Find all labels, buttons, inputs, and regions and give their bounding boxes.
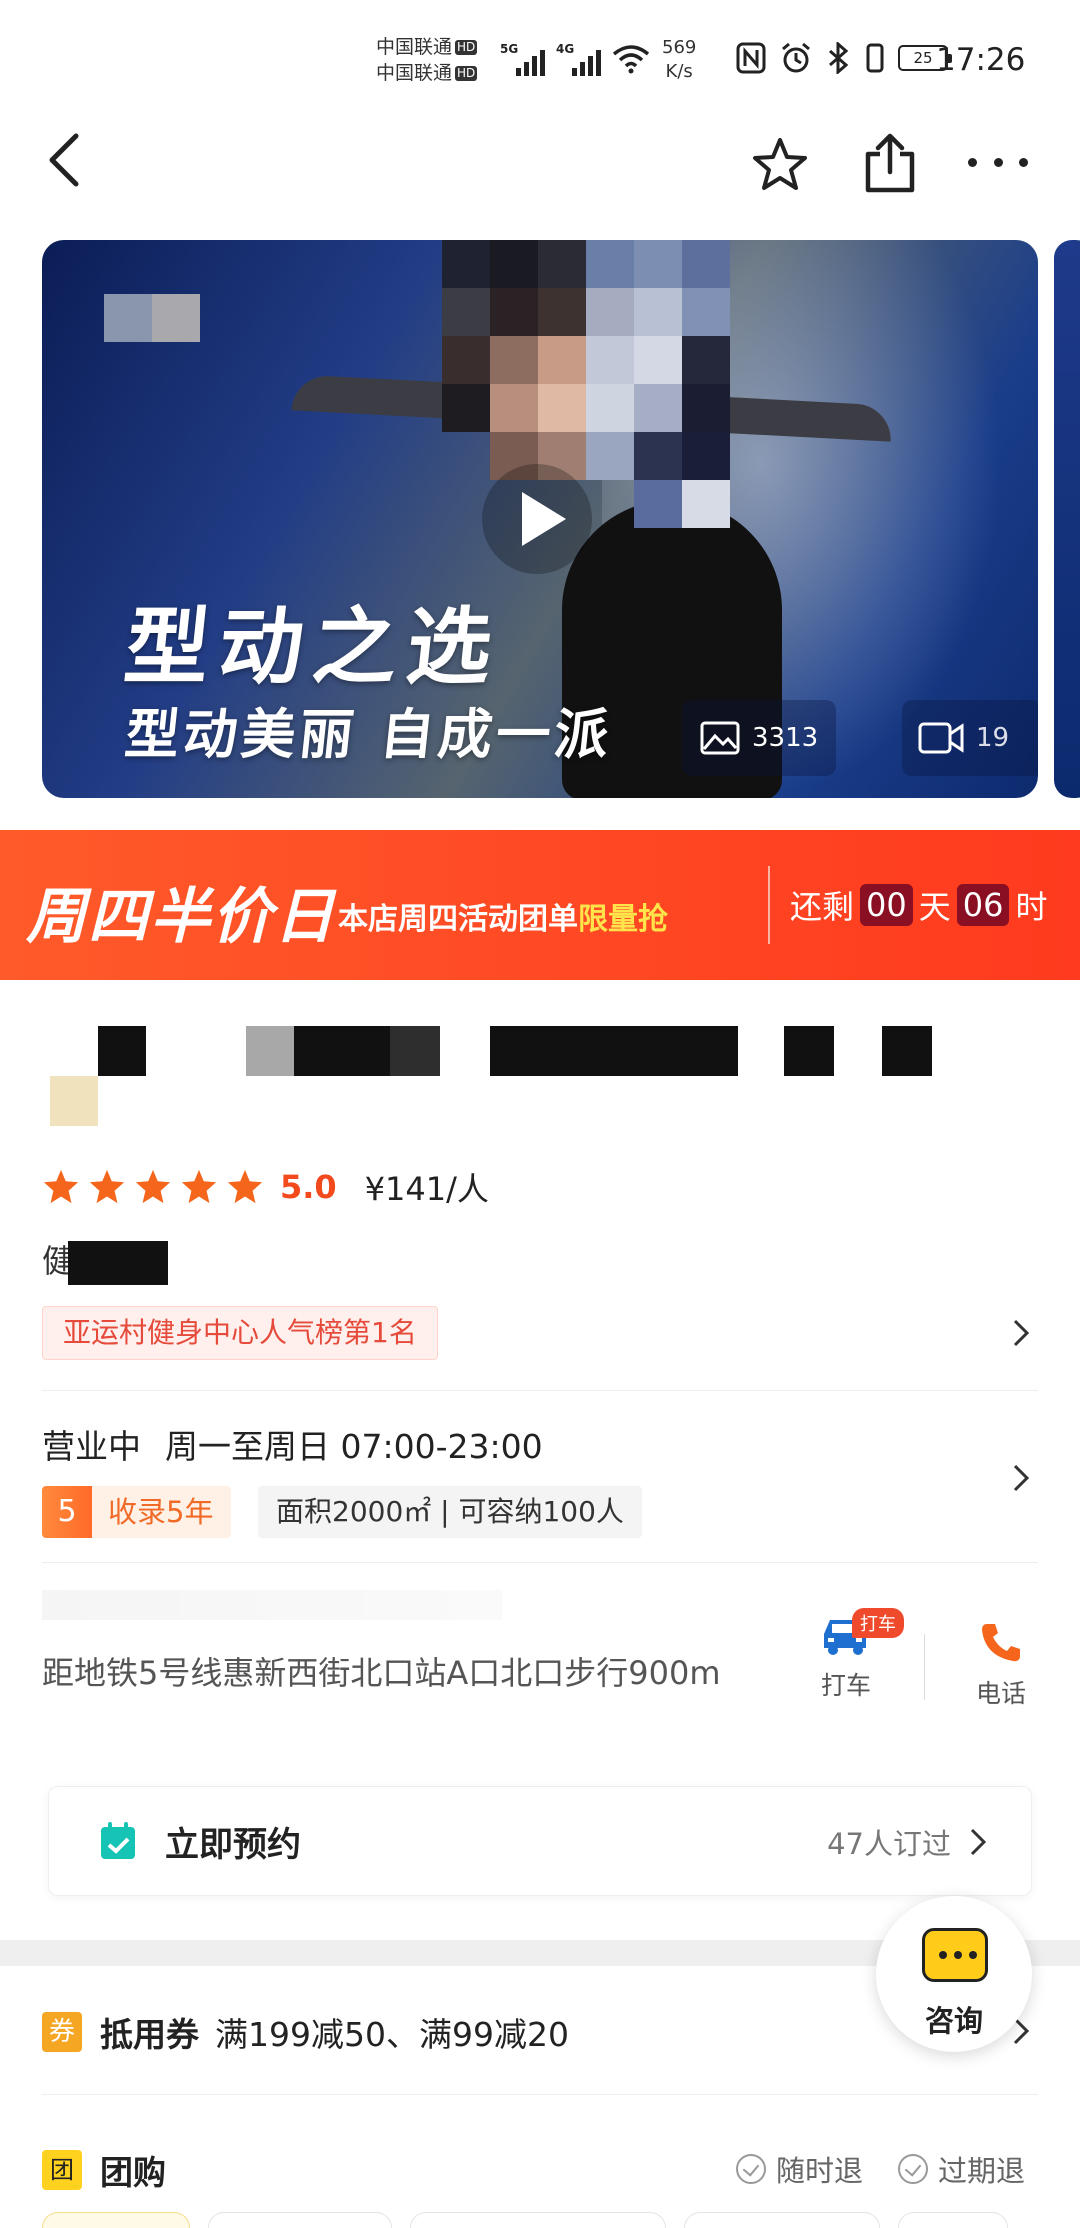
coupon-row[interactable]: 券 抵用券 满199减50、满99减20: [42, 2008, 569, 2056]
rating-score: 5.0: [280, 1168, 337, 1206]
net-speed: 569 K/s: [662, 37, 697, 82]
price-per-person: ¥141/人: [364, 1170, 489, 1208]
star-icon: [89, 1169, 125, 1204]
mosaic-face: [442, 240, 730, 528]
photo-count-badge[interactable]: 3313: [682, 700, 837, 776]
refund-expired: 过期退: [898, 2148, 1025, 2190]
group-tab[interactable]: [410, 2212, 666, 2228]
star-icon: [43, 1169, 79, 1204]
wifi-icon: [612, 45, 650, 74]
promo-title: 周四半价日: [26, 882, 336, 952]
booking-title: 立即预约: [165, 1825, 301, 1865]
coupon-title: 抵用券: [100, 2015, 199, 2054]
taxi-button[interactable]: 打车 打车: [818, 1608, 904, 1702]
promo-desc: 本店周四活动团单限量抢: [338, 902, 668, 937]
shop-name-redacted: [42, 1026, 942, 1126]
chevron-right-icon[interactable]: [1012, 1318, 1030, 1348]
nfc-icon: [736, 42, 766, 74]
status-time: 17:26: [936, 42, 1026, 78]
hd-badge-2: HD: [455, 66, 478, 81]
vibrate-icon: [866, 43, 884, 73]
star-icon: [181, 1169, 217, 1204]
address-redacted: [42, 1590, 502, 1620]
alarm-icon: [782, 42, 810, 73]
group-buy-tabs: [42, 2212, 1008, 2228]
countdown-days: 00: [860, 884, 913, 926]
group-buy-title: 团购: [100, 2153, 166, 2192]
more-icon[interactable]: [968, 150, 1028, 174]
promo-banner[interactable]: 周四半价日 本店周四活动团单限量抢 还剩 00 天 06 时: [0, 830, 1080, 980]
countdown-hours: 06: [956, 884, 1010, 926]
phone-button[interactable]: 电话: [976, 1620, 1026, 1710]
hero-subtitle: 型动美丽 自成一派: [122, 703, 616, 766]
group-buy-header: 团 团购: [42, 2146, 166, 2194]
mosaic-logo: [104, 294, 200, 342]
booking-card[interactable]: 立即预约 47人订过: [48, 1786, 1032, 1896]
group-tab[interactable]: [208, 2212, 392, 2228]
taxi-badge: 打车: [852, 1608, 904, 1638]
group-tab[interactable]: [684, 2212, 880, 2228]
chevron-right-icon[interactable]: [1012, 1463, 1030, 1493]
bluetooth-icon: [829, 42, 849, 74]
status-bar: 中国联通 HD 中国联通 HD 5G 4G 569 K/s 25 17:26: [376, 34, 1026, 86]
check-circle-icon: [736, 2154, 766, 2184]
calendar-check-icon: [101, 1822, 135, 1859]
favorite-star-icon[interactable]: [750, 135, 810, 195]
open-status: 营业中: [42, 1427, 141, 1466]
share-icon[interactable]: [862, 130, 918, 194]
address-text[interactable]: 距地铁5号线惠新西街北口站A口北口步行900m: [42, 1650, 742, 1696]
promo-countdown: 还剩 00 天 06 时: [790, 884, 1048, 926]
video-count-badge[interactable]: 19: [902, 700, 1038, 776]
hero-title: 型动之选: [120, 598, 507, 696]
phone-icon: [982, 1624, 1020, 1662]
video-camera-icon: [918, 722, 964, 754]
hero-next-card[interactable]: [1054, 240, 1080, 798]
back-icon[interactable]: [40, 130, 90, 190]
booking-count: 47人订过: [827, 1827, 951, 1861]
facility-tag: 面积2000㎡ | 可容纳100人: [258, 1486, 642, 1538]
coupon-icon: 券: [42, 2012, 82, 2052]
chevron-right-icon: [970, 1828, 987, 1856]
rating-row: 5.0 ¥141/人: [42, 1164, 489, 1210]
group-tab[interactable]: [898, 2212, 1008, 2228]
carrier-name-2: 中国联通: [376, 62, 453, 84]
carrier-name-1: 中国联通: [376, 36, 453, 58]
check-circle-icon: [898, 2154, 928, 2184]
star-icon: [135, 1169, 171, 1204]
group-tab[interactable]: [42, 2212, 190, 2228]
carrier-info: 中国联通 HD 中国联通 HD: [376, 34, 478, 86]
image-icon: [700, 721, 740, 755]
hd-badge-1: HD: [455, 40, 478, 55]
play-icon[interactable]: [482, 464, 592, 574]
coupon-desc: 满199减50、满99减20: [215, 2015, 569, 2054]
refund-anytime: 随时退: [736, 2148, 863, 2190]
chat-bubble-icon: [922, 1928, 988, 1982]
rank-tag[interactable]: 亚运村健身中心人气榜第1名: [42, 1306, 438, 1360]
consult-button[interactable]: 咨询: [876, 1896, 1032, 2052]
hero-media-card[interactable]: 型动之选 型动美丽 自成一派 3313 19: [42, 240, 1038, 798]
star-icon: [227, 1169, 263, 1204]
listed-years-tag: 5 收录5年: [42, 1486, 232, 1538]
business-hours[interactable]: 营业中 周一至周日 07:00-23:00: [42, 1420, 543, 1468]
group-buy-icon: 团: [42, 2150, 82, 2190]
shop-category: 健: [42, 1236, 169, 1285]
